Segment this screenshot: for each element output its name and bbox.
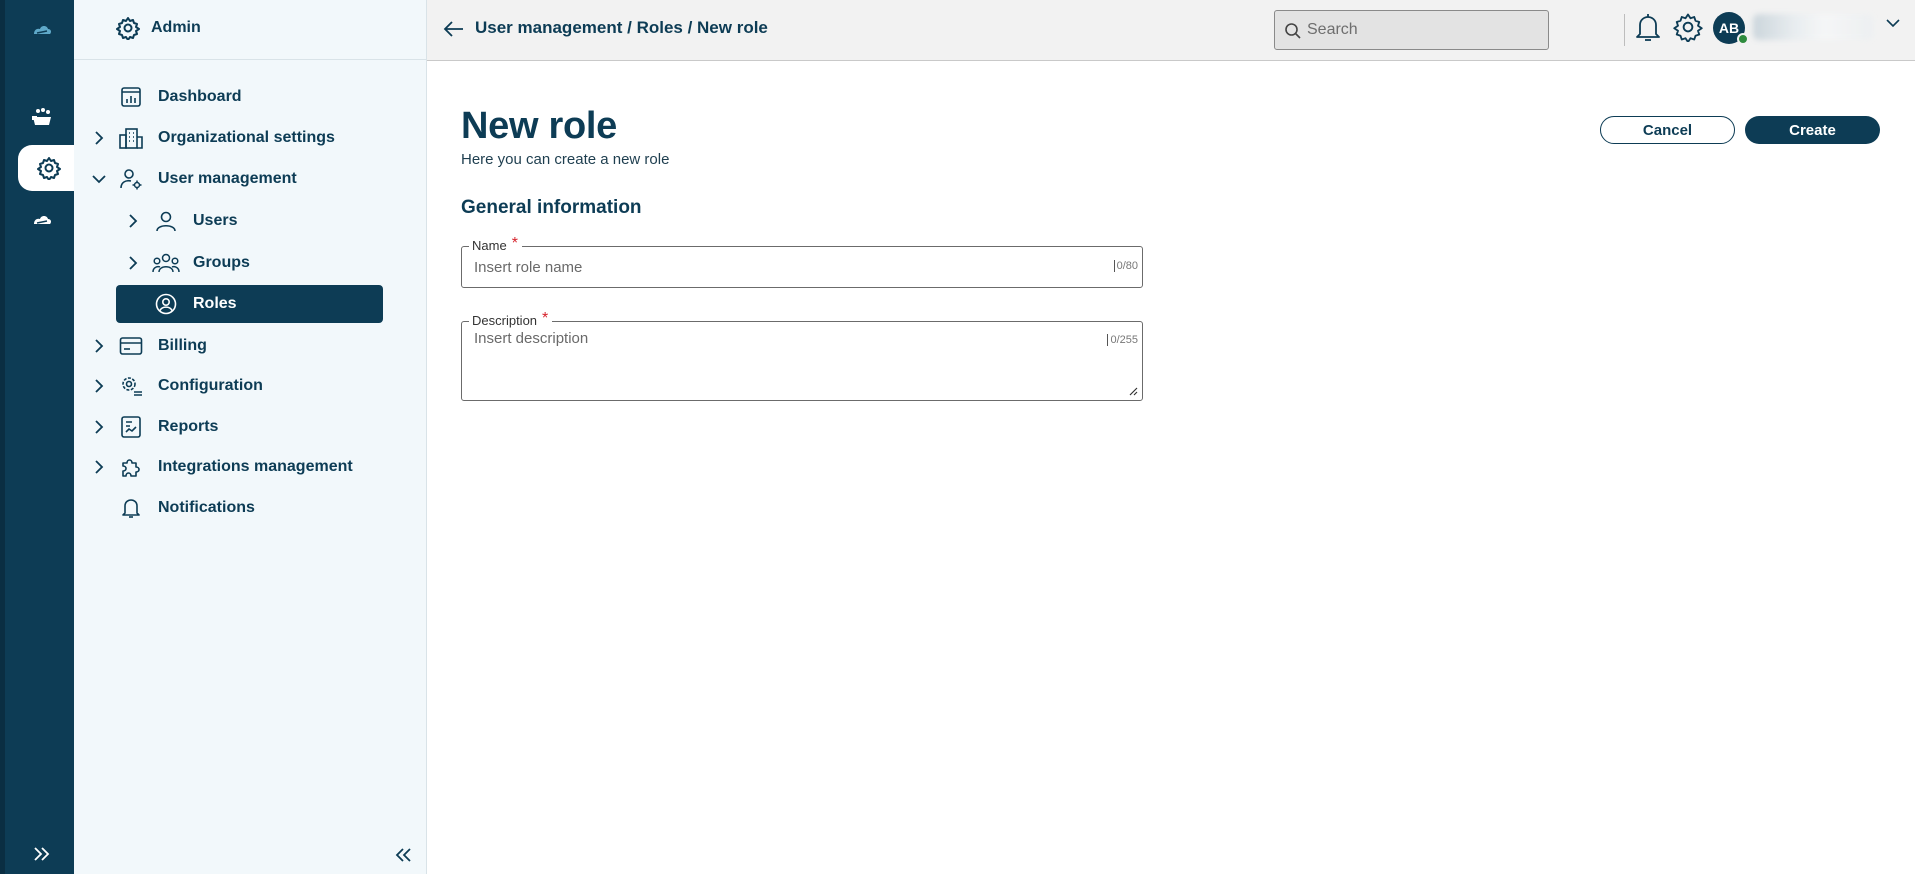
sidebar-item-label: Configuration [158,377,263,394]
sidebar-item-label: Groups [193,254,250,271]
sidebar-item-organizational-settings[interactable]: Organizational settings [74,119,427,157]
sidebar-item-users[interactable]: Users [74,202,427,240]
admin-sidebar: Admin Dashboard Organizational settings … [74,0,427,874]
online-status-badge [1737,33,1749,45]
section-title-general-information: General information [461,197,642,218]
divider [1624,14,1625,46]
back-arrow-icon[interactable] [443,19,465,39]
double-chevron-left-icon[interactable] [390,844,416,866]
sidebar-item-notifications[interactable]: Notifications [74,489,427,527]
search-box[interactable] [1274,10,1549,50]
chevron-right-icon[interactable] [92,379,106,393]
sidebar-item-label: Dashboard [158,88,242,105]
sidebar-item-label: Roles [193,295,237,312]
field-label-text: Name [472,238,507,253]
dashboard-icon [119,85,143,109]
breadcrumb-separator: / [622,18,637,37]
chevron-right-icon[interactable] [126,256,140,270]
sidebar-item-configuration[interactable]: Configuration [74,367,427,405]
role-name-input[interactable] [474,257,1094,277]
sidebar-title: Admin [151,19,201,36]
sidebar-item-label: Notifications [158,499,255,516]
breadcrumb-item-user-management[interactable]: User management [475,18,622,37]
sidebar-item-integrations-management[interactable]: Integrations management [74,448,427,486]
chevron-right-icon[interactable] [92,339,106,353]
puzzle-icon [119,455,143,479]
sidebar-item-label: Reports [158,418,219,435]
cancel-button[interactable]: Cancel [1600,116,1735,144]
sidebar-item-label: Integrations management [158,458,353,475]
sidebar-item-groups[interactable]: Groups [74,244,427,282]
bell-icon [119,496,143,520]
name-char-counter: 0/80 [1113,260,1138,272]
sidebar-header: Admin [74,0,427,60]
user-gear-icon [119,167,143,191]
required-asterisk: * [511,235,518,252]
chevron-down-icon[interactable] [1886,18,1900,28]
user-icon [154,209,178,233]
notifications-bell-icon[interactable] [1635,13,1661,43]
page-title: New role [461,105,617,147]
chevron-right-icon[interactable] [92,131,106,145]
sidebar-item-label: Users [193,212,238,229]
cloud-sync-icon[interactable] [11,198,73,242]
building-icon [119,126,143,150]
search-input[interactable] [1307,19,1537,41]
user-name-redacted[interactable] [1753,14,1873,40]
chevron-right-icon[interactable] [126,214,140,228]
chevron-down-icon[interactable] [92,172,106,186]
main-content: New role Here you can create a new role … [427,61,1915,874]
sidebar-item-user-management[interactable]: User management [74,160,427,198]
group-icon [152,251,180,275]
sidebar-item-dashboard[interactable]: Dashboard [74,78,427,116]
page-subtitle: Here you can create a new role [461,151,670,168]
description-char-counter: 0/255 [1107,334,1138,346]
top-bar: User management / Roles / New role AB [427,0,1915,61]
create-button[interactable]: Create [1745,116,1880,144]
workload-icon[interactable] [11,95,73,139]
breadcrumb: User management / Roles / New role [475,18,768,38]
sidebar-item-roles[interactable]: Roles [116,285,383,323]
settings-gear-icon[interactable] [18,145,79,191]
app-rail [0,0,79,874]
sidebar-item-label: Organizational settings [158,129,335,146]
breadcrumb-item-new-role: New role [697,18,768,37]
field-label-text: Description [472,313,538,328]
report-icon [119,415,143,439]
sidebar-item-reports[interactable]: Reports [74,408,427,446]
name-field[interactable]: Name * 0/80 [461,235,1143,288]
role-icon [154,292,178,316]
description-field-label: Description * [469,310,553,330]
breadcrumb-item-roles[interactable]: Roles [637,18,683,37]
double-chevron-right-icon[interactable] [25,842,59,866]
gear-icon [116,16,140,40]
sidebar-item-label: Billing [158,337,207,354]
search-icon [1284,22,1302,40]
cloud-icon[interactable] [11,8,73,52]
required-asterisk: * [542,310,549,327]
description-field[interactable]: Description * 0/255 [461,310,1143,401]
name-field-label: Name * [469,235,522,255]
resize-handle-icon[interactable] [1128,386,1138,396]
chevron-right-icon[interactable] [92,420,106,434]
sidebar-item-label: User management [158,170,297,187]
sidebar-item-billing[interactable]: Billing [74,327,427,365]
settings-gear-icon[interactable] [1673,12,1703,42]
description-textarea[interactable] [474,330,1094,390]
configuration-icon [119,374,143,398]
breadcrumb-separator: / [682,18,698,37]
chevron-right-icon[interactable] [92,460,106,474]
billing-card-icon [119,334,143,358]
